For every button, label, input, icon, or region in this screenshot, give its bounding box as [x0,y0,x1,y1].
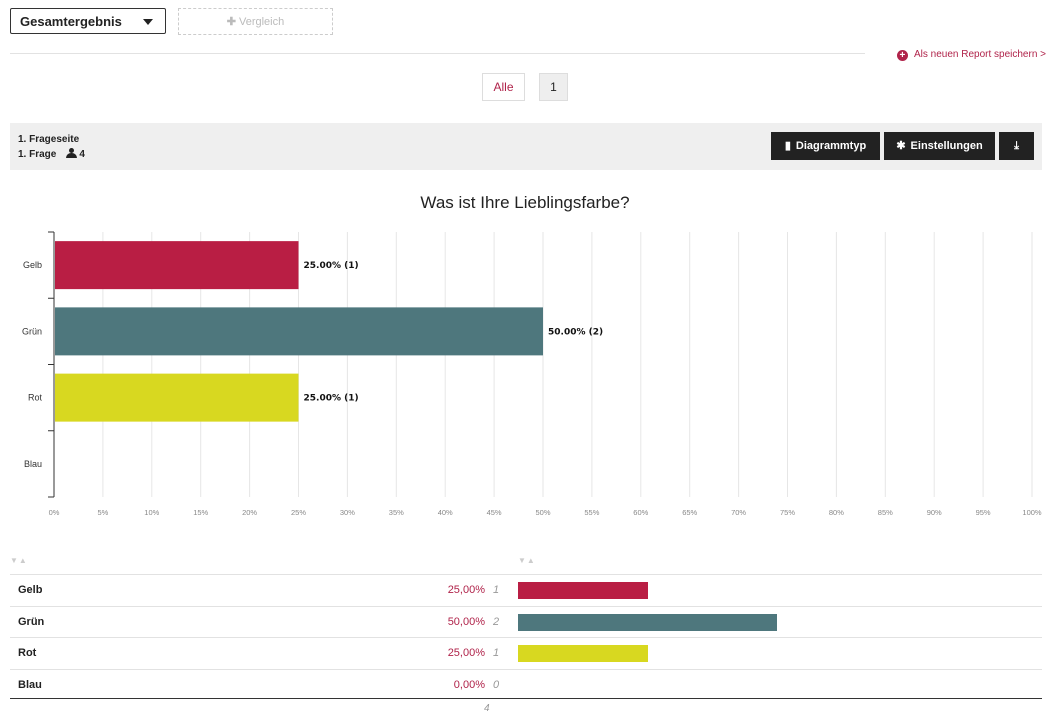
bar-chart-icon: ▮ [784,140,791,152]
x-tick-label: 25% [291,508,306,517]
x-tick-label: 95% [976,508,991,517]
settings-label: Einstellungen [910,140,983,152]
row-label: Blau [18,678,42,691]
category-label: Rot [28,393,43,403]
row-label: Gelb [18,584,43,596]
x-tick-label: 70% [731,508,746,517]
save-report-label: Als neuen Report speichern > [913,49,1046,60]
row-label: Rot [18,647,37,659]
result-select[interactable]: Gesamtergebnis [10,8,166,34]
chart-title: Was ist Ihre Lieblingsfarbe? [420,193,630,212]
row-count: 1 [493,647,500,659]
x-tick-label: 20% [242,508,257,517]
row-bar [518,582,648,599]
question-page-label: 1. Frageseite [18,134,80,145]
download-button[interactable]: ⤓ [999,132,1034,160]
save-report-link[interactable]: + Als neuen Report speichern > [896,49,1046,61]
row-divider [10,574,1042,575]
page-1-button[interactable]: 1 [539,73,568,101]
sort-icon[interactable]: ▼▲ [518,556,536,565]
bar [55,307,543,356]
category-label: Grün [22,326,42,336]
x-tick-label: 45% [487,508,502,517]
data-label: 25.00% (1) [304,394,359,404]
total-count: 4 [484,703,490,714]
x-tick-label: 5% [97,508,108,517]
user-icon [66,148,78,158]
download-icon: ⤓ [1014,140,1019,152]
x-tick-label: 15% [193,508,208,517]
row-count: 2 [493,615,500,628]
row-label: Grün [18,615,45,628]
plus-circle-icon: + [896,50,908,61]
x-tick-label: 10% [144,508,159,517]
x-tick-label: 80% [829,508,844,517]
caret-down-icon [143,19,153,25]
data-label: 25.00% (1) [304,261,359,271]
table-bottom-border [10,698,1042,699]
x-tick-label: 35% [389,508,404,517]
row-percent: 0,00% [453,678,485,691]
data-label: 50.00% (2) [548,327,603,337]
bar-chart: 0% 5% 10% 15% 20% 25% 30% 35% 40% 45% 50% 55% 60% 65%… [22,231,1042,517]
plus-icon: ✚ [226,16,236,28]
bar [55,373,299,422]
x-tick-label: 55% [584,508,599,517]
x-tick-label: 65% [682,508,697,517]
x-tick-label: 40% [438,508,453,517]
row-percent: 25,00% [447,584,485,596]
result-select-value: Gesamtergebnis [20,14,122,29]
category-label: Blau [24,459,42,469]
settings-button[interactable]: ✱ Einstellungen [884,132,995,160]
category-label: Gelb [23,260,42,270]
page-all-button[interactable]: Alle [482,73,525,101]
row-bar [518,613,777,631]
question-label: 1. Frage [18,149,57,160]
divider [10,53,865,54]
chart-type-button[interactable]: ▮ Diagrammtyp [771,132,880,160]
row-divider [10,668,1042,670]
bar [55,241,299,290]
x-tick-label: 0% [49,508,60,517]
chart-type-label: Diagrammtyp [795,140,867,152]
x-tick-label: 60% [633,508,648,517]
compare-label: Vergleich [238,16,285,28]
question-label-row: 1. Frage 4 [18,148,85,160]
x-tick-label: 30% [340,508,355,517]
sort-icon[interactable]: ▼▲ [10,556,28,565]
row-divider [10,637,1042,638]
row-bar [518,645,648,662]
respondent-count: 4 [79,149,85,160]
compare-button[interactable]: ✚ Vergleich [178,8,333,35]
x-tick-label: 50% [535,508,550,517]
x-tick-label: 100% [1022,508,1042,517]
x-tick-label: 90% [927,508,942,517]
row-percent: 50,00% [447,615,485,628]
row-divider [10,605,1042,607]
x-tick-label: 75% [780,508,795,517]
row-count: 1 [493,584,500,596]
x-tick-label: 85% [878,508,893,517]
row-percent: 25,00% [447,647,485,659]
gear-icon: ✱ [896,140,906,152]
row-count: 0 [493,678,500,691]
